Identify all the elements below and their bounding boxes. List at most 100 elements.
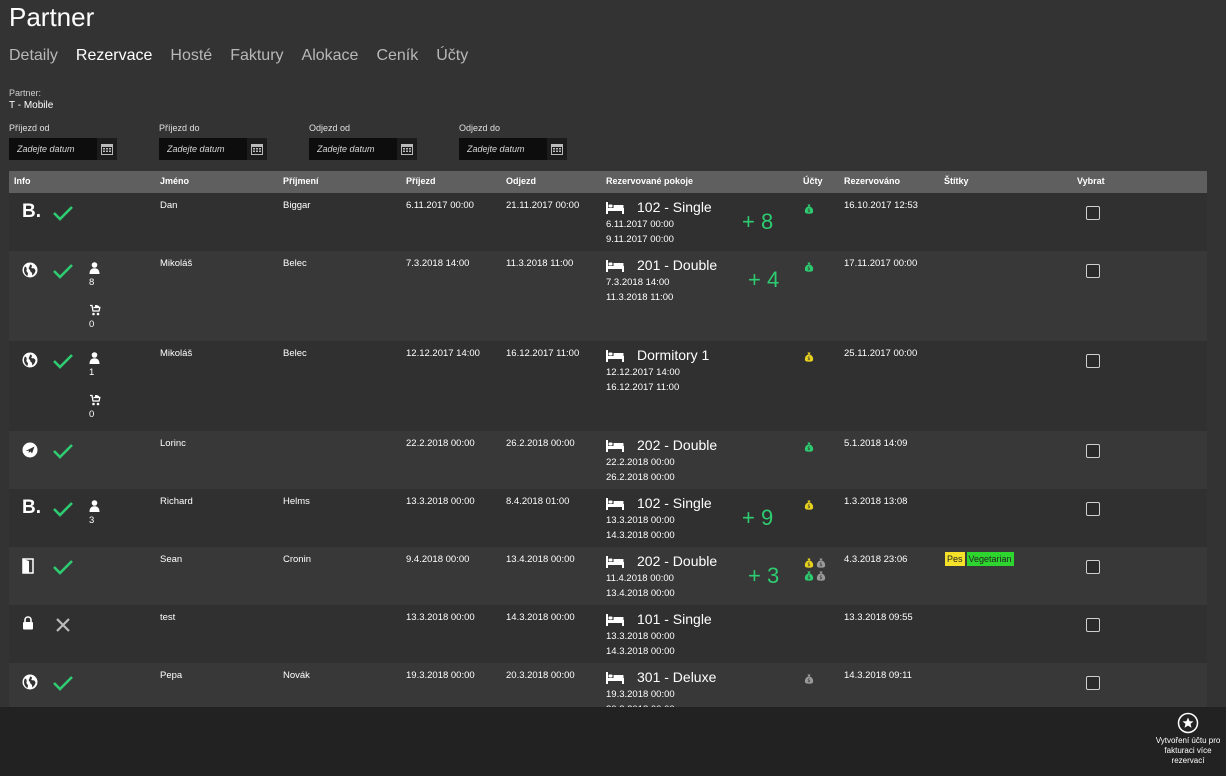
more-rooms-badge[interactable]: + 3 — [748, 563, 779, 589]
tag-badge: Vegetarian — [966, 552, 1014, 566]
money-bag-icon[interactable]: $ — [804, 259, 814, 277]
svg-text:$: $ — [807, 266, 810, 272]
money-bag-icon[interactable]: $ — [804, 439, 814, 457]
money-bag-icon[interactable]: $ — [804, 568, 814, 586]
room-name[interactable]: 102 - Single — [637, 495, 712, 511]
footer-bar: Vytvoření účtu pro fakturaci více rezerv… — [0, 707, 1226, 776]
tab-ucty[interactable]: Účty — [436, 47, 468, 65]
room-name[interactable]: 102 - Single — [637, 199, 712, 215]
tab-bar: Detaily Rezervace Hosté Faktury Alokace … — [9, 47, 468, 65]
filter-prijezd-od: Příjezd od — [9, 123, 117, 160]
header-ucty: Účty — [803, 176, 823, 186]
room-name[interactable]: 101 - Single — [637, 611, 712, 627]
page-title: Partner — [9, 2, 95, 32]
calendar-button[interactable] — [547, 138, 567, 160]
table-row[interactable]: 1 0 Mikoláš Belec 12.12.2017 14:00 16.12.2017… — [9, 341, 1207, 431]
table-row[interactable]: B. Dan Biggar 6.11.2017 00:00 21.11.2017 00:… — [9, 193, 1207, 251]
select-checkbox[interactable] — [1086, 206, 1100, 220]
partner-value: T - Mobile — [9, 100, 54, 111]
header-info: Info — [14, 176, 31, 186]
select-checkbox[interactable] — [1086, 560, 1100, 574]
money-bag-icon[interactable]: $ — [804, 349, 814, 367]
cell-rezervovano: 16.10.2017 12:53 — [844, 200, 918, 211]
date-input-prijezd-do[interactable] — [159, 138, 247, 160]
room-from: 13.3.2018 00:00 — [606, 515, 675, 526]
filter-odjezd-do: Odjezd do — [459, 123, 567, 160]
table-row[interactable]: 8 0 Mikoláš Belec 7.3.2018 14:00 11.3.2018 11… — [9, 251, 1207, 341]
money-bag-icon[interactable]: $ — [804, 201, 814, 219]
header-jmeno: Jméno — [160, 176, 190, 186]
checkmark-icon — [52, 263, 74, 284]
select-checkbox[interactable] — [1086, 502, 1100, 516]
room-name[interactable]: 202 - Double — [637, 437, 717, 453]
header-prijezd: Příjezd — [406, 176, 436, 186]
svg-text:$: $ — [819, 575, 822, 581]
calendar-button[interactable] — [97, 138, 117, 160]
select-checkbox[interactable] — [1086, 354, 1100, 368]
select-checkbox[interactable] — [1086, 618, 1100, 632]
cell-prijezd: 12.12.2017 14:00 — [406, 348, 480, 359]
room-name[interactable]: 301 - Deluxe — [637, 669, 716, 685]
tab-hoste[interactable]: Hosté — [170, 47, 212, 65]
room-dates: 19.3.2018 00:0020.3.2018 00:00 — [606, 687, 675, 707]
cell-prijmeni: Biggar — [283, 200, 311, 211]
select-checkbox[interactable] — [1086, 444, 1100, 458]
booking-source-icon: B. — [22, 497, 41, 518]
room-from: 11.4.2018 00:00 — [606, 573, 674, 584]
cross-icon — [55, 617, 71, 638]
room-dates: 6.11.2017 00:00 9.11.2017 00:00 — [606, 217, 674, 247]
tab-rezervace[interactable]: Rezervace — [76, 47, 152, 65]
select-checkbox[interactable] — [1086, 264, 1100, 278]
cell-rezervovano: 25.11.2017 00:00 — [844, 348, 918, 359]
table-row[interactable]: B. 3 Richard Helms 13.3.2018 00:00 8.4.2018 0… — [9, 489, 1207, 547]
checkmark-icon — [52, 501, 74, 522]
room-to: 26.2.2018 00:00 — [606, 472, 675, 483]
lock-icon — [22, 616, 34, 635]
header-prijmeni: Příjmení — [283, 176, 319, 186]
room-name[interactable]: 202 - Double — [637, 553, 717, 569]
header-stitky: Štítky — [944, 176, 969, 186]
checkmark-icon — [52, 205, 74, 226]
room-to: 14.3.2018 00:00 — [606, 530, 675, 541]
room-from: 13.3.2018 00:00 — [606, 631, 675, 642]
more-rooms-badge[interactable]: + 4 — [748, 267, 779, 293]
room-name[interactable]: 201 - Double — [637, 257, 717, 273]
globe-icon — [22, 262, 38, 283]
cell-jmeno: test — [160, 612, 176, 623]
date-input-odjezd-do[interactable] — [459, 138, 547, 160]
calendar-button[interactable] — [397, 138, 417, 160]
cell-jmeno: Richard — [160, 496, 193, 507]
svg-text:$: $ — [807, 446, 810, 452]
room-to: 14.3.2018 00:00 — [606, 646, 675, 657]
select-checkbox[interactable] — [1086, 676, 1100, 690]
tab-cenik[interactable]: Ceník — [376, 47, 418, 65]
cell-jmeno: Dan — [160, 200, 178, 211]
calendar-icon — [401, 144, 413, 155]
table-row[interactable]: test 13.3.2018 00:00 14.3.2018 00:00 101 - … — [9, 605, 1207, 663]
checkmark-icon — [52, 353, 74, 374]
tab-alokace[interactable]: Alokace — [302, 47, 359, 65]
table-row[interactable]: Pepa Novák 19.3.2018 00:00 20.3.2018 00:00 3… — [9, 663, 1207, 707]
tab-detaily[interactable]: Detaily — [9, 47, 58, 65]
date-input-odjezd-od[interactable] — [309, 138, 397, 160]
tag-badge: Pes — [945, 552, 965, 566]
cell-prijmeni: Novák — [283, 670, 310, 681]
more-rooms-badge[interactable]: + 9 — [742, 505, 773, 531]
header-vybrat: Vybrat — [1077, 176, 1105, 186]
more-rooms-badge[interactable]: + 8 — [742, 209, 773, 235]
cell-prijezd: 6.11.2017 00:00 — [406, 200, 474, 211]
room-to: 13.4.2018 00:00 — [606, 588, 675, 599]
money-bag-icon[interactable]: $ — [816, 568, 826, 586]
room-name[interactable]: Dormitory 1 — [637, 347, 709, 363]
calendar-button[interactable] — [247, 138, 267, 160]
tab-faktury[interactable]: Faktury — [230, 47, 283, 65]
svg-text:$: $ — [807, 504, 810, 510]
room-dates: 7.3.2018 14:00 11.3.2018 11:00 — [606, 275, 673, 305]
create-account-button[interactable]: Vytvoření účtu pro fakturaci více rezerv… — [1150, 712, 1226, 766]
table-row[interactable]: Sean Cronin 9.4.2018 00:00 13.4.2018 00:00 2… — [9, 547, 1207, 605]
table-row[interactable]: Lorinc 22.2.2018 00:00 26.2.2018 00:00 202 … — [9, 431, 1207, 489]
money-bag-icon[interactable]: $ — [804, 671, 814, 689]
money-bag-icon[interactable]: $ — [804, 497, 814, 515]
room-from: 19.3.2018 00:00 — [606, 689, 675, 700]
date-input-prijezd-od[interactable] — [9, 138, 97, 160]
